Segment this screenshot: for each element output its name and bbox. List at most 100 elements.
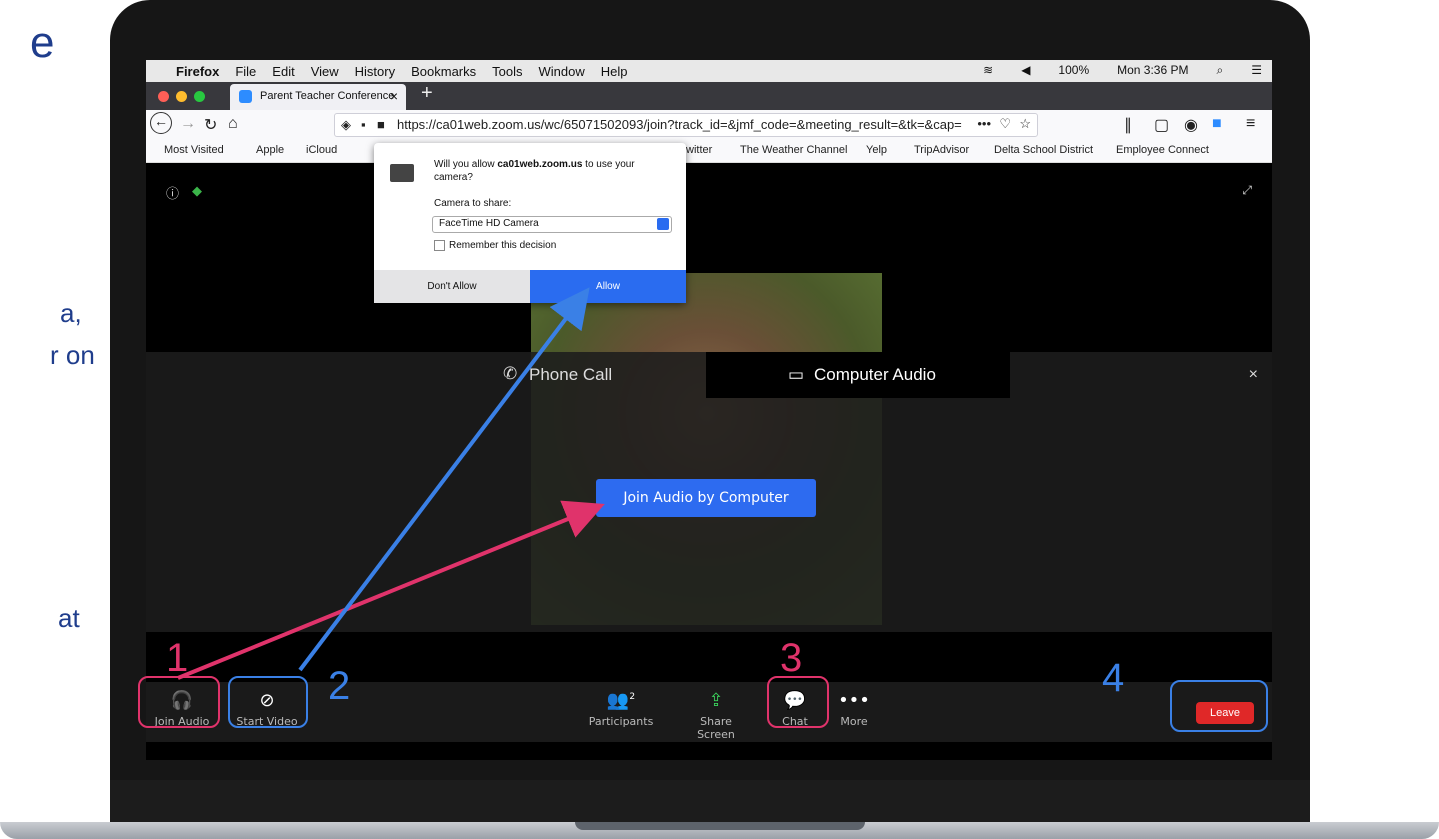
info-icon[interactable]: ⓘ — [166, 183, 179, 202]
bookmark-weather-channel[interactable]: The Weather Channel — [740, 144, 847, 156]
home-icon[interactable]: ⌂ — [228, 115, 238, 133]
callout-number-2: 2 — [328, 664, 351, 708]
tab-computer-audio[interactable]: ▭ Computer Audio — [706, 352, 1010, 398]
menu-file[interactable]: File — [235, 64, 256, 79]
browser-tab[interactable]: Parent Teacher Conference × — [230, 84, 406, 110]
reload-icon[interactable]: ↻ — [204, 115, 217, 135]
bookmark-employee-connect[interactable]: Employee Connect — [1116, 144, 1209, 156]
shield-icon[interactable]: ◈ — [341, 117, 351, 133]
menu-app-name[interactable]: Firefox — [176, 64, 219, 79]
join-audio-panel: ✆ Phone Call ▭ Computer Audio × Join Aud… — [146, 352, 1272, 632]
bookmark-tripadvisor[interactable]: TripAdvisor — [914, 144, 969, 156]
spotlight-icon[interactable]: ⌕ — [1217, 63, 1224, 78]
highlight-leave — [1170, 680, 1268, 732]
participants-button[interactable]: 👥2 Participants — [586, 690, 656, 728]
security-shield-icon[interactable]: ◆ — [192, 183, 202, 199]
wifi-icon[interactable]: ≋ — [983, 63, 993, 78]
bookmark-star-icon[interactable]: ☆ — [1019, 116, 1031, 132]
laptop-lid-bottom — [110, 780, 1310, 824]
allow-button[interactable]: Allow — [530, 270, 686, 303]
select-arrows-icon — [657, 218, 669, 230]
menu-hamburger-icon[interactable]: ≡ — [1246, 115, 1255, 133]
bookmark-yelp[interactable]: Yelp — [866, 144, 887, 156]
permission-question: Will you allow ca01web.zoom.us to use yo… — [434, 158, 674, 184]
highlight-start-video — [228, 676, 308, 728]
tab-title: Parent Teacher Conference — [260, 90, 395, 102]
browser-navbar: ← → ↻ ⌂ ◈ ▪ ■ https://ca01web.zoom.us/wc… — [146, 110, 1272, 140]
callout-number-4: 4 — [1102, 656, 1125, 700]
menu-tools[interactable]: Tools — [492, 64, 522, 79]
highlight-join-audio — [138, 676, 220, 728]
camera-select[interactable]: FaceTime HD Camera — [432, 216, 672, 233]
slide-text-3: r on — [50, 340, 95, 370]
laptop-icon: ▭ — [788, 365, 805, 384]
page-actions-icon[interactable]: ••• — [973, 116, 991, 131]
callout-number-1: 1 — [166, 636, 189, 680]
zoom-window-icon[interactable] — [194, 91, 205, 102]
permission-question-prefix: Will you allow — [434, 159, 498, 170]
forward-icon[interactable]: → — [180, 115, 196, 133]
tab-phone-call[interactable]: ✆ Phone Call — [146, 352, 706, 398]
camera-permission-popup: Will you allow ca01web.zoom.us to use yo… — [374, 143, 686, 303]
camera-select-label: Camera to share: — [434, 198, 512, 209]
bookmark-delta-school[interactable]: Delta School District — [994, 144, 1093, 156]
volume-icon[interactable]: ◀︎ — [1021, 63, 1030, 78]
menu-window[interactable]: Window — [539, 64, 585, 79]
participants-icon: 👥2 — [606, 690, 636, 711]
tab-phone-label: Phone Call — [529, 365, 613, 384]
account-icon[interactable]: ◉ — [1184, 115, 1198, 135]
minimize-window-icon[interactable] — [176, 91, 187, 102]
zoom-favicon-icon — [239, 90, 252, 103]
phone-icon: ✆ — [503, 364, 518, 383]
participants-count: 2 — [629, 692, 636, 702]
share-screen-button[interactable]: ⇪ Share Screen — [680, 690, 752, 741]
slide-text-4: at — [58, 603, 80, 633]
pocket-icon[interactable]: ♡ — [999, 116, 1011, 132]
tab-close-icon[interactable]: × — [390, 88, 398, 104]
join-audio-by-computer-button[interactable]: Join Audio by Computer — [596, 479, 816, 517]
checkbox-icon — [434, 240, 445, 251]
laptop-screen: Firefox File Edit View History Bookmarks… — [146, 60, 1272, 760]
share-screen-icon: ⇪ — [708, 690, 724, 711]
permission-host: ca01web.zoom.us — [497, 159, 583, 170]
notification-center-icon[interactable]: ☰ — [1251, 63, 1262, 78]
library-icon[interactable]: ∥ — [1124, 115, 1132, 135]
tab-computer-label: Computer Audio — [814, 365, 936, 384]
macos-menubar: Firefox File Edit View History Bookmarks… — [146, 60, 1272, 82]
menubar-status-area: ≋ ◀︎ 100% Mon 3:36 PM ⌕ ☰ — [967, 63, 1262, 78]
remember-label: Remember this decision — [449, 240, 557, 252]
menu-bookmarks[interactable]: Bookmarks — [411, 64, 476, 79]
bookmark-icloud[interactable]: iCloud — [306, 144, 337, 156]
remember-checkbox[interactable]: Remember this decision — [434, 240, 556, 251]
fullscreen-icon[interactable]: ⤢ — [1242, 183, 1252, 198]
participants-label: Participants — [588, 715, 654, 728]
bookmarks-bar: Most Visited Apple iCloud witter The Wea… — [146, 140, 1272, 163]
camera-permission-icon[interactable]: ■ — [377, 117, 385, 132]
url-text[interactable]: https://ca01web.zoom.us/wc/65071502093/j… — [397, 117, 962, 132]
bookmark-most-visited[interactable]: Most Visited — [164, 144, 224, 156]
more-button[interactable]: ••• More — [834, 690, 874, 728]
laptop-notch — [575, 822, 865, 830]
menu-help[interactable]: Help — [601, 64, 628, 79]
slide-text-2: a, — [60, 298, 82, 328]
close-window-icon[interactable] — [158, 91, 169, 102]
url-bar[interactable]: ◈ ▪ ■ https://ca01web.zoom.us/wc/6507150… — [334, 113, 1038, 137]
menu-view[interactable]: View — [311, 64, 339, 79]
sidebar-icon[interactable]: ▢ — [1154, 115, 1169, 135]
more-label: More — [840, 715, 868, 728]
zoom-extension-icon[interactable]: ■ — [1212, 115, 1222, 133]
lock-icon[interactable]: ▪ — [361, 117, 366, 132]
new-tab-icon[interactable]: + — [421, 82, 433, 105]
bookmark-twitter[interactable]: witter — [686, 144, 712, 156]
battery-percent[interactable]: 100% — [1058, 63, 1089, 78]
close-panel-icon[interactable]: × — [1249, 366, 1258, 384]
camera-icon — [390, 164, 414, 182]
dont-allow-button[interactable]: Don't Allow — [374, 270, 530, 303]
slide-text-1: e — [30, 18, 55, 67]
menu-history[interactable]: History — [355, 64, 395, 79]
bookmark-apple[interactable]: Apple — [256, 144, 284, 156]
back-icon[interactable]: ← — [150, 112, 172, 134]
highlight-chat — [767, 676, 829, 728]
clock[interactable]: Mon 3:36 PM — [1117, 63, 1188, 78]
menu-edit[interactable]: Edit — [272, 64, 294, 79]
